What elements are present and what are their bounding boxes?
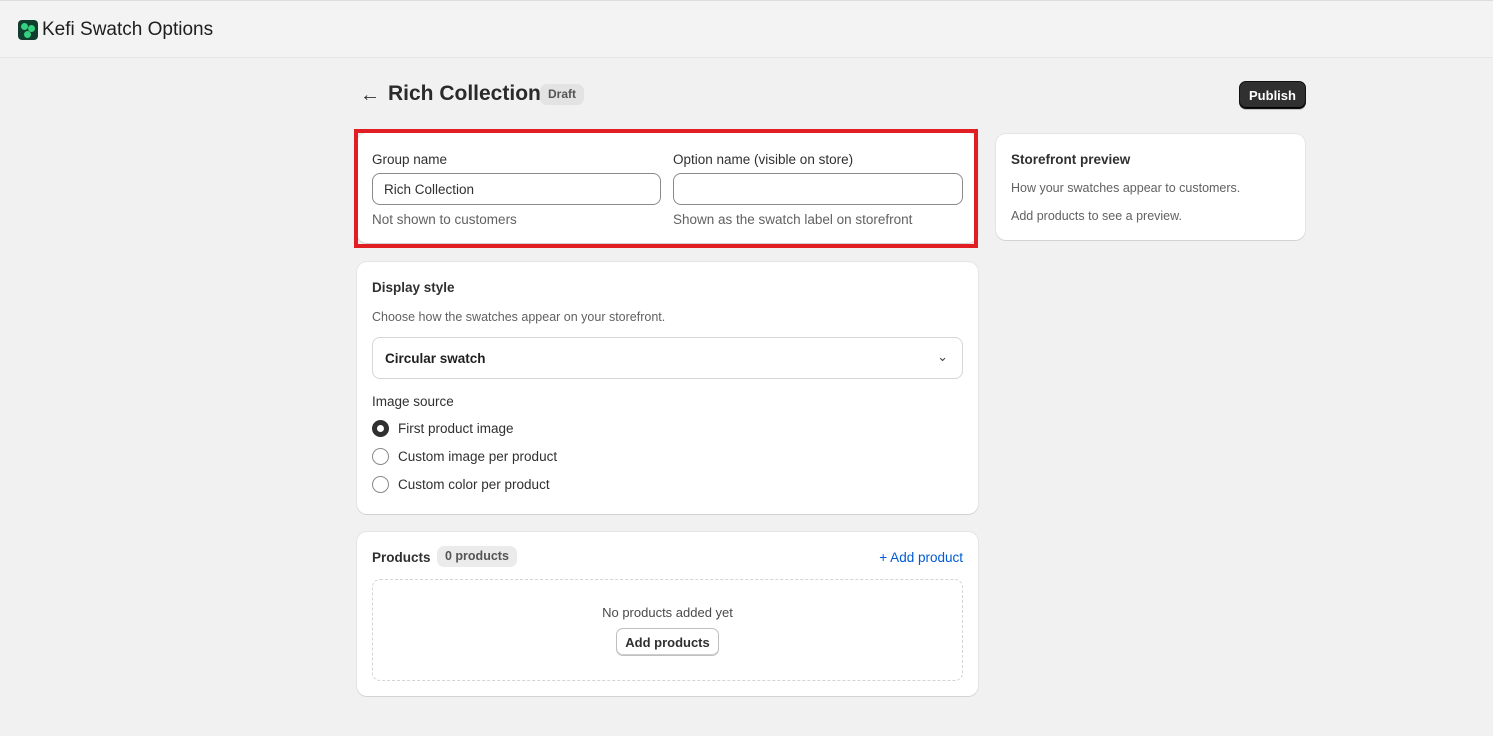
radio-label: Custom image per product: [398, 449, 558, 464]
add-products-button[interactable]: Add products: [616, 628, 719, 656]
radio-label: First product image: [398, 421, 514, 436]
image-source-label: Image source: [372, 394, 454, 409]
chevron-down-icon: ⌄: [937, 349, 948, 364]
app-title: Kefi Swatch Options: [42, 19, 214, 40]
option-name-help: Shown as the swatch label on storefront: [673, 212, 913, 227]
products-title: Products: [372, 550, 431, 565]
preview-line-1: How your swatches appear to customers.: [1011, 181, 1241, 195]
display-style-select[interactable]: Circular swatch ⌄: [372, 337, 963, 379]
app-topbar: Kefi Swatch Options: [0, 0, 1493, 58]
option-name-label: Option name (visible on store): [673, 152, 854, 167]
page-title: Rich Collection: [388, 82, 541, 105]
add-product-link[interactable]: + Add product: [879, 550, 963, 565]
names-card: Group name Not shown to customers Option…: [357, 133, 978, 243]
radio-unselected-icon[interactable]: [372, 448, 389, 465]
display-style-value: Circular swatch: [385, 351, 486, 366]
preview-title: Storefront preview: [1011, 152, 1131, 167]
group-name-input[interactable]: [372, 173, 661, 205]
display-style-subtitle: Choose how the swatches appear on your s…: [372, 310, 666, 324]
radio-label: Custom color per product: [398, 477, 550, 492]
option-name-input[interactable]: [673, 173, 963, 205]
empty-state-text: No products added yet: [602, 605, 733, 620]
radio-selected-icon[interactable]: [372, 420, 389, 437]
back-arrow-icon[interactable]: ←: [360, 84, 380, 107]
storefront-preview-card: Storefront preview How your swatches app…: [996, 134, 1305, 240]
products-empty-state: No products added yet Add products: [372, 579, 963, 681]
publish-button[interactable]: Publish: [1239, 81, 1306, 109]
preview-line-2: Add products to see a preview.: [1011, 209, 1182, 223]
products-count-badge: 0 products: [437, 546, 517, 567]
display-style-title: Display style: [372, 280, 455, 295]
app-logo-icon: [18, 20, 38, 40]
display-style-card: Display style Choose how the swatches ap…: [357, 262, 978, 514]
group-name-label: Group name: [372, 152, 448, 167]
radio-unselected-icon[interactable]: [372, 476, 389, 493]
group-name-help: Not shown to customers: [372, 212, 517, 227]
status-badge: Draft: [540, 84, 585, 105]
products-card: Products 0 products + Add product No pro…: [357, 532, 978, 696]
